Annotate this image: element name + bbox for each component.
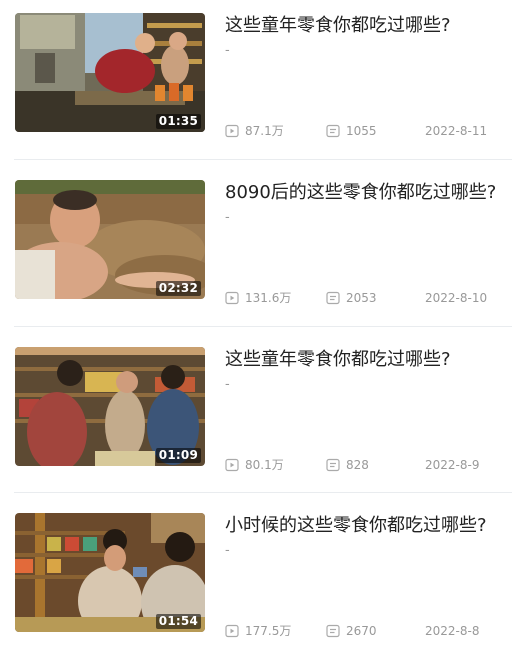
view-count: 87.1万 (225, 123, 284, 139)
comment-count: 1055 (326, 123, 377, 139)
video-item[interactable]: 01:35 这些童年零食你都吃过哪些? - 87.1万 1055 2022-8-… (0, 11, 512, 138)
comment-count-value: 828 (346, 458, 369, 472)
video-thumbnail[interactable]: 01:09 (15, 347, 205, 466)
comment-icon (326, 124, 340, 138)
video-duration: 01:54 (155, 614, 201, 629)
play-icon (225, 291, 239, 305)
video-thumbnail[interactable]: 01:35 (15, 13, 205, 132)
divider (14, 159, 512, 160)
video-title[interactable]: 这些童年零食你都吃过哪些? (225, 345, 451, 371)
play-icon (225, 458, 239, 472)
view-count-value: 87.1万 (245, 124, 284, 138)
play-icon (225, 124, 239, 138)
video-duration: 01:35 (155, 114, 201, 129)
video-item[interactable]: 01:54 小时候的这些零食你都吃过哪些? - 177.5万 2670 2022… (0, 511, 512, 638)
video-duration: 02:32 (155, 281, 201, 296)
video-title[interactable]: 8090后的这些零食你都吃过哪些? (225, 178, 496, 204)
view-count: 131.6万 (225, 290, 291, 306)
comment-count: 828 (326, 457, 369, 473)
comment-count: 2053 (326, 290, 377, 306)
divider (14, 492, 512, 493)
comment-icon (326, 291, 340, 305)
video-description: - (225, 543, 230, 558)
comment-icon (326, 458, 340, 472)
comment-count: 2670 (326, 623, 377, 639)
video-thumbnail[interactable]: 01:54 (15, 513, 205, 632)
video-description: - (225, 43, 230, 58)
video-thumbnail[interactable]: 02:32 (15, 180, 205, 299)
comment-icon (326, 624, 340, 638)
video-item[interactable]: 02:32 8090后的这些零食你都吃过哪些? - 131.6万 2053 20… (0, 178, 512, 305)
view-count-value: 131.6万 (245, 291, 292, 305)
publish-date: 2022-8-8 (425, 624, 480, 638)
play-icon (225, 624, 239, 638)
divider (14, 326, 512, 327)
view-count-value: 177.5万 (245, 624, 292, 638)
publish-date: 2022-8-11 (425, 124, 488, 138)
video-description: - (225, 377, 230, 392)
publish-date: 2022-8-9 (425, 458, 480, 472)
view-count-value: 80.1万 (245, 458, 284, 472)
video-duration: 01:09 (155, 448, 201, 463)
comment-count-value: 2670 (346, 624, 377, 638)
comment-count-value: 1055 (346, 124, 377, 138)
video-title[interactable]: 小时候的这些零食你都吃过哪些? (225, 511, 487, 537)
video-description: - (225, 210, 230, 225)
view-count: 80.1万 (225, 457, 284, 473)
video-list: 01:35 这些童年零食你都吃过哪些? - 87.1万 1055 2022-8-… (0, 0, 512, 658)
view-count: 177.5万 (225, 623, 291, 639)
comment-count-value: 2053 (346, 291, 377, 305)
video-item[interactable]: 01:09 这些童年零食你都吃过哪些? - 80.1万 828 2022-8-9 (0, 345, 512, 472)
publish-date: 2022-8-10 (425, 291, 488, 305)
video-title[interactable]: 这些童年零食你都吃过哪些? (225, 11, 451, 37)
